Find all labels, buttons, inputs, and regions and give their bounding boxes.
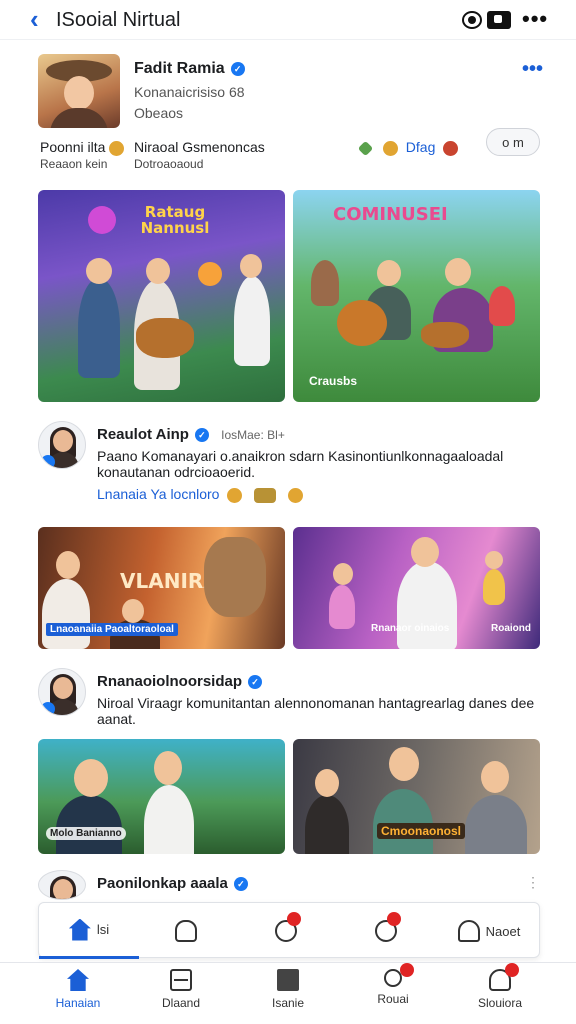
card-caption: Lnaoanaiia Paoaltoraoloal — [46, 623, 178, 636]
floating-action-bar: lsi Naoet — [38, 902, 540, 959]
profile-icon — [489, 963, 519, 991]
leaf-icon — [357, 140, 374, 157]
media-card-community[interactable]: COMINUSEI Crausbs — [293, 190, 540, 402]
profile-header: Fadit Ramia ✓ Konanaicrisiso 68 Obeaos ••… — [38, 54, 543, 174]
nav-search[interactable]: Rouai — [353, 963, 433, 1021]
nav-home[interactable]: Hanaian — [38, 969, 118, 1021]
heart-emoji-icon — [443, 140, 459, 156]
search-icon — [384, 963, 414, 987]
floatbar-home[interactable]: lsi — [39, 903, 139, 959]
notification-dot — [287, 912, 301, 926]
profile-name[interactable]: Fadit Ramia ✓ — [134, 60, 245, 78]
post-avatar[interactable] — [38, 870, 86, 900]
grid-icon — [170, 969, 192, 991]
profile-subtitle-secondary: Obeaos — [134, 105, 184, 121]
media-card-gathering[interactable]: Cmoonaonosl — [293, 739, 540, 854]
media-card-music[interactable]: Rataug Nannusl — [38, 190, 285, 402]
media-card-dance[interactable]: Rnanaor oinaios Roaiond — [293, 527, 540, 649]
post-item[interactable]: Paonilonkap aaala ✓ ⋮ — [38, 870, 540, 900]
verified-badge-icon: ✓ — [233, 877, 248, 892]
back-arrow-icon[interactable]: ‹ — [30, 6, 39, 32]
post-item[interactable]: Reaulot Ainp ✓ IosMae: Bl+ Paano Komanaya… — [38, 421, 538, 511]
profile-avatar[interactable] — [38, 54, 120, 128]
notification-dot — [505, 963, 519, 977]
emoji-icon — [254, 487, 277, 503]
profile-more-icon[interactable]: ••• — [522, 58, 543, 81]
post-meta: IosMae: Bl+ — [221, 428, 285, 442]
card-caption: Rnanaor oinaios — [371, 623, 450, 634]
post-author[interactable]: Paonilonkap aaala ✓ — [97, 875, 248, 892]
refresh-icon — [275, 912, 301, 942]
top-bar: ‹ ISooial Nirtual ••• — [0, 0, 576, 40]
media-card-stage[interactable]: VLANIRA Lnaoanaiia Paoaltoraoloal — [38, 527, 285, 649]
emoji-icon — [109, 140, 125, 156]
person-icon — [457, 920, 480, 942]
emoji-icon — [288, 487, 304, 503]
post-text: Niroal Viraagr komunitantan alennonomana… — [97, 695, 535, 727]
bell-icon — [175, 920, 197, 942]
nav-notes[interactable]: Isanie — [248, 969, 328, 1021]
home-icon — [68, 918, 91, 941]
post-item[interactable]: Rnanaoiolnoorsidap ✓ Niroal Viraagr komun… — [38, 668, 538, 728]
card-caption: Molo Banianno — [46, 827, 126, 840]
post-text: Paano Komanayari o.anaikron sdarn Kasino… — [97, 448, 504, 480]
verified-badge-icon: ✓ — [248, 675, 263, 690]
more-options-icon[interactable]: ••• — [522, 6, 554, 31]
emoji-icon — [227, 487, 243, 503]
card-caption: Crausbs — [309, 374, 358, 388]
nav-dashboard[interactable]: Dlaand — [141, 969, 221, 1021]
card-caption: Cmoonaonosl — [377, 823, 465, 839]
chat-icon — [375, 912, 401, 942]
profile-interests: Niraoal Gsmenoncas — [134, 139, 265, 155]
note-icon — [277, 969, 299, 991]
notification-dot — [400, 963, 414, 977]
camera-icon[interactable] — [487, 11, 511, 29]
floatbar-refresh[interactable] — [239, 903, 339, 959]
nav-profile[interactable]: Slouiora — [460, 963, 540, 1021]
media-card-friends[interactable]: Molo Banianno — [38, 739, 285, 854]
post-avatar[interactable] — [38, 421, 86, 469]
profile-stats-label: Poonni ilta — [40, 139, 128, 156]
card-title-art: Rataug Nannusl — [140, 203, 210, 237]
post-avatar[interactable] — [38, 668, 86, 716]
face-emoji-icon — [382, 140, 398, 156]
app-title: ISooial Nirtual — [56, 9, 181, 31]
verified-badge-icon: ✓ — [194, 428, 209, 443]
view-toggle[interactable]: o m — [486, 128, 540, 156]
floatbar-profile[interactable]: Naoet — [439, 903, 539, 959]
post-more-icon[interactable]: ⋮ — [526, 874, 540, 891]
notification-dot — [387, 912, 401, 926]
post-author[interactable]: Rnanaoiolnoorsidap ✓ — [97, 673, 263, 690]
card-title-art: COMINUSEI — [333, 204, 448, 225]
card-caption-secondary: Roaiond — [491, 623, 531, 634]
floatbar-chat[interactable] — [339, 903, 439, 959]
post-author[interactable]: Reaulot Ainp ✓ IosMae: Bl+ — [97, 426, 285, 443]
record-icon[interactable] — [462, 11, 482, 29]
profile-subtitle: Konanaicrisiso 68 — [134, 84, 245, 100]
profile-tag[interactable]: Dfag — [356, 139, 462, 157]
verified-badge-icon: ✓ — [230, 61, 245, 76]
profile-stats-sub: Reaaon kein — [40, 157, 108, 171]
profile-interests-sub: Dotroaoaoud — [134, 157, 204, 171]
home-icon — [67, 969, 89, 991]
floatbar-notifications[interactable] — [139, 903, 239, 959]
bottom-navigation: Hanaian Dlaand Isanie Rouai Slouiora — [0, 962, 576, 1024]
post-tags[interactable]: Lnanaia Ya locnloro — [97, 486, 307, 503]
